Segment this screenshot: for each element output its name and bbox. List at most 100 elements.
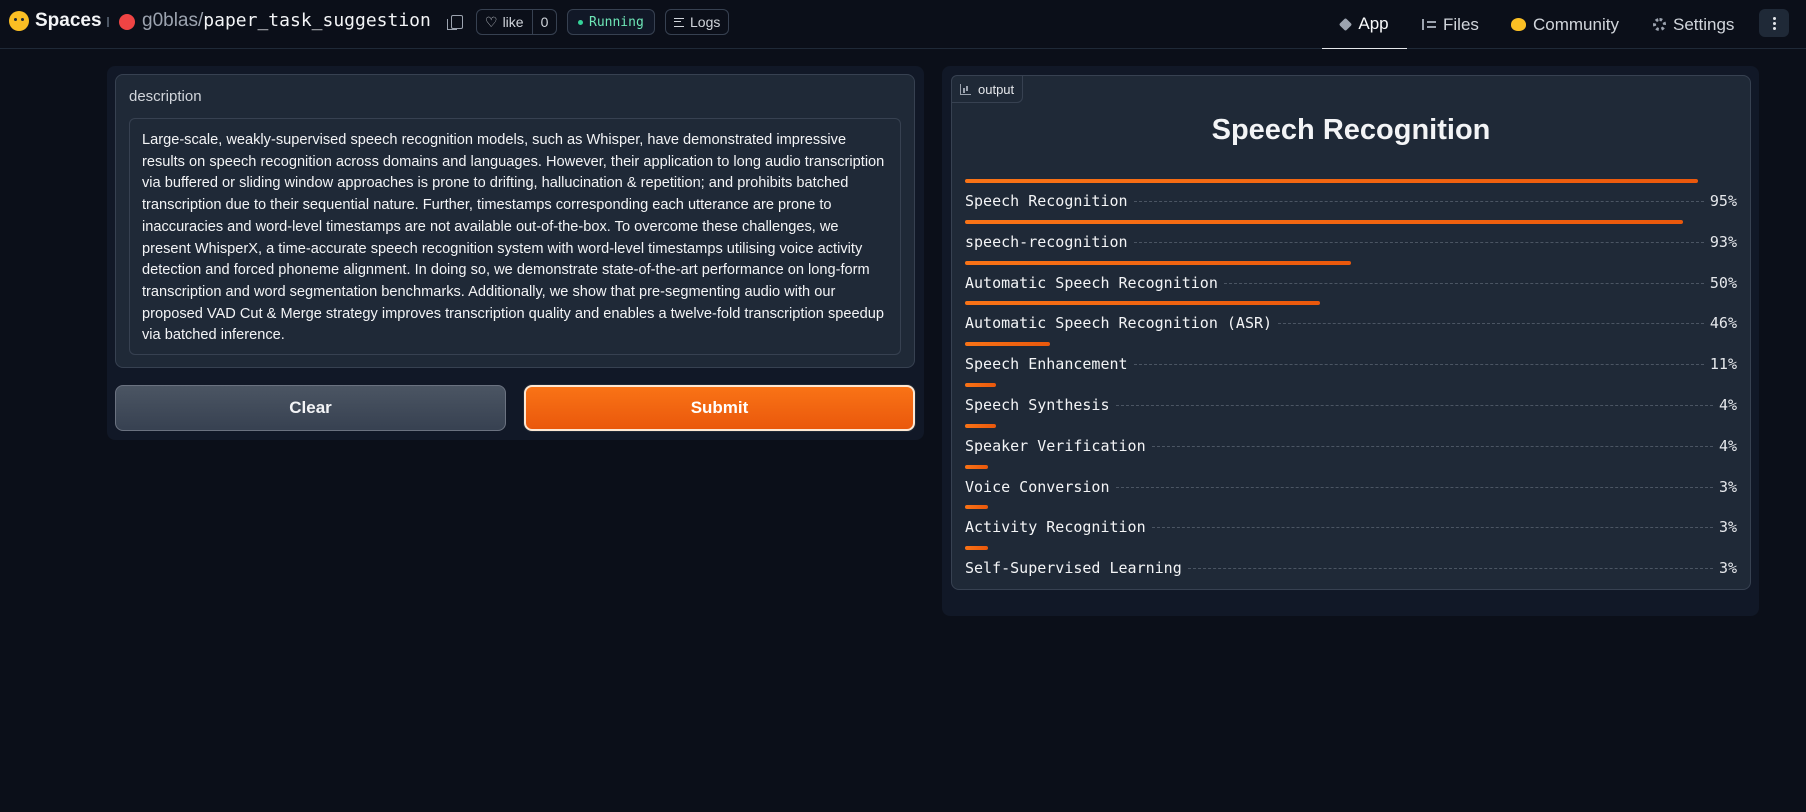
confidence-line: speech-recognition 93%	[965, 233, 1737, 251]
dotted-leader	[1278, 323, 1704, 325]
top-navigation-bar: Spaces g0blas/paper_task_suggestion ♡ li…	[0, 0, 1806, 49]
tab-community[interactable]: Community	[1511, 0, 1619, 49]
cube-icon	[1339, 17, 1353, 31]
confidence-bar	[965, 219, 1683, 224]
dotted-leader	[1115, 486, 1713, 488]
logs-button[interactable]: Logs	[665, 9, 729, 35]
confidence-row[interactable]: Automatic Speech Recognition (ASR) 46%	[965, 297, 1737, 338]
hugging-face-icon	[9, 11, 29, 31]
tab-app-label: App	[1358, 14, 1389, 33]
confidence-list: Speech Recognition 95% speech-recognition 9…	[965, 175, 1737, 583]
confidence-label: Speech Enhancement	[965, 355, 1128, 374]
confidence-bar	[965, 382, 996, 387]
dotted-leader	[1151, 445, 1713, 447]
dotted-leader	[1187, 568, 1713, 570]
confidence-value: 95%	[1709, 192, 1737, 210]
owner-avatar[interactable]	[119, 14, 135, 30]
confidence-bar	[965, 464, 989, 469]
confidence-label: Speech Synthesis	[965, 395, 1110, 414]
confidence-bar	[965, 423, 996, 428]
copy-icon[interactable]	[447, 15, 463, 30]
confidence-value: 3%	[1718, 559, 1737, 578]
confidence-line: Speech Synthesis 4%	[965, 396, 1737, 414]
dotted-leader	[1115, 404, 1713, 406]
dotted-leader	[1223, 282, 1704, 284]
files-icon	[1422, 19, 1436, 30]
confidence-line: Self-Supervised Learning 3%	[965, 559, 1737, 577]
dotted-leader	[1133, 364, 1704, 366]
confidence-label: Automatic Speech Recognition	[965, 273, 1218, 292]
like-label: like	[502, 14, 524, 30]
gear-icon	[1653, 18, 1666, 31]
tab-files-label: Files	[1443, 14, 1479, 34]
output-tag: output	[951, 75, 1024, 103]
confidence-label: Activity Recognition	[965, 518, 1146, 537]
heart-icon: ♡	[485, 13, 498, 30]
more-icon-dot	[1772, 26, 1776, 30]
status-badge[interactable]: Running	[567, 9, 655, 35]
like-count: 0	[532, 10, 556, 34]
confidence-line: Automatic Speech Recognition (ASR) 46%	[965, 314, 1737, 332]
spaces-logo[interactable]: Spaces	[9, 10, 102, 32]
chart-icon	[960, 83, 971, 95]
community-icon	[1511, 18, 1526, 31]
more-options-button[interactable]	[1759, 9, 1789, 37]
confidence-label: speech-recognition	[965, 232, 1128, 251]
tab-app[interactable]: App	[1322, 0, 1407, 49]
tab-community-label: Community	[1533, 14, 1619, 34]
confidence-bar	[965, 179, 1699, 183]
confidence-value: 50%	[1709, 273, 1737, 292]
description-textarea[interactable]: Large-scale, weakly-supervised speech re…	[129, 118, 901, 355]
confidence-row[interactable]: Automatic Speech Recognition 50%	[965, 257, 1737, 298]
confidence-line: Automatic Speech Recognition 50%	[965, 274, 1737, 292]
confidence-row[interactable]: speech-recognition 93%	[965, 216, 1737, 257]
clear-button[interactable]: Clear	[115, 385, 506, 431]
logs-icon	[674, 17, 684, 27]
confidence-value: 93%	[1709, 232, 1737, 251]
confidence-label: Speech Recognition	[965, 192, 1128, 210]
tab-files[interactable]: Files	[1422, 0, 1479, 49]
brand-label: Spaces	[35, 10, 102, 31]
confidence-row[interactable]: Voice Conversion 3%	[965, 461, 1737, 502]
predicted-label-title: Speech Recognition	[1211, 114, 1491, 146]
tab-settings-label: Settings	[1673, 14, 1735, 34]
confidence-label: Self-Supervised Learning	[965, 559, 1182, 578]
confidence-value: 4%	[1718, 395, 1737, 414]
divider	[107, 17, 109, 27]
confidence-row[interactable]: Speaker Verification 4%	[965, 420, 1737, 461]
confidence-bar	[965, 546, 989, 551]
dotted-leader	[1151, 527, 1713, 529]
confidence-row[interactable]: Activity Recognition 3%	[965, 501, 1737, 542]
dotted-leader	[1133, 241, 1704, 243]
owner-link[interactable]: g0blas	[142, 10, 198, 31]
confidence-line: Speaker Verification 4%	[965, 437, 1737, 455]
confidence-line: Voice Conversion 3%	[965, 478, 1737, 496]
confidence-bar	[965, 260, 1351, 265]
description-label: description	[129, 88, 202, 105]
confidence-bar	[965, 301, 1321, 306]
logs-label: Logs	[690, 14, 721, 30]
dotted-leader	[1133, 201, 1704, 202]
confidence-row[interactable]: Speech Enhancement 11%	[965, 338, 1737, 379]
repo-name-link[interactable]: paper_task_suggestion	[203, 10, 431, 31]
confidence-label: Voice Conversion	[965, 477, 1110, 496]
status-dot-icon	[578, 19, 583, 25]
submit-button[interactable]: Submit	[524, 385, 915, 431]
status-label: Running	[589, 14, 644, 30]
confidence-line: Speech Enhancement 11%	[965, 355, 1737, 373]
confidence-value: 46%	[1709, 314, 1737, 333]
confidence-row[interactable]: Self-Supervised Learning 3%	[965, 542, 1737, 583]
repo-breadcrumb: g0blas/paper_task_suggestion	[142, 10, 431, 32]
like-button[interactable]: ♡ like 0	[476, 9, 557, 35]
tab-settings[interactable]: Settings	[1653, 0, 1734, 49]
confidence-line: Speech Recognition 95%	[965, 192, 1737, 210]
confidence-value: 3%	[1718, 518, 1737, 537]
more-icon	[1772, 16, 1776, 20]
confidence-value: 3%	[1718, 477, 1737, 496]
confidence-label: Speaker Verification	[965, 436, 1146, 455]
confidence-bar	[965, 505, 989, 510]
confidence-row[interactable]: Speech Synthesis 4%	[965, 379, 1737, 420]
output-tag-label: output	[978, 81, 1015, 97]
more-icon-dot	[1772, 21, 1776, 25]
confidence-row[interactable]: Speech Recognition 95%	[965, 175, 1737, 216]
